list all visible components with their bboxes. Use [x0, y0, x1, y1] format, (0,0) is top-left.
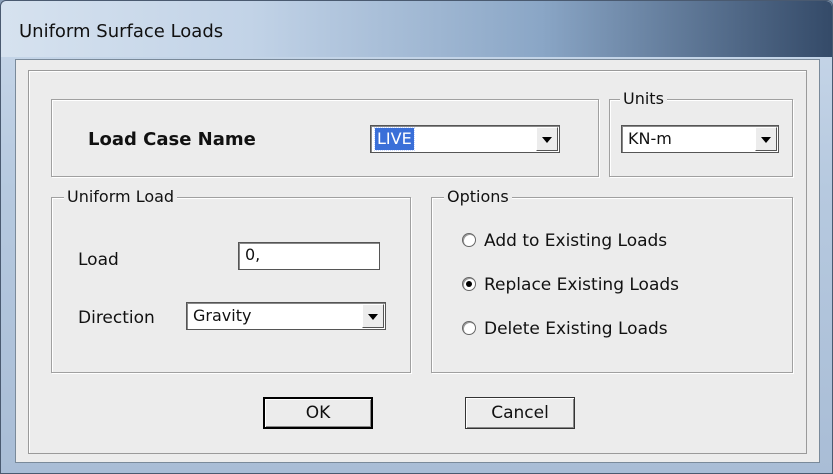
ok-button[interactable]: OK	[263, 397, 373, 429]
radio-delete-existing-button[interactable]	[462, 321, 476, 335]
radio-add-existing[interactable]: Add to Existing Loads	[462, 230, 762, 252]
radio-delete-existing[interactable]: Delete Existing Loads	[462, 318, 762, 340]
load-input[interactable]: 0,	[238, 242, 380, 270]
radio-replace-existing-button[interactable]	[462, 277, 476, 291]
options-legend: Options	[444, 187, 512, 207]
direction-select[interactable]: Gravity	[186, 302, 386, 330]
cancel-button[interactable]: Cancel	[465, 397, 575, 429]
dialog-window: Uniform Surface Loads Load Case Name LIV…	[0, 0, 833, 474]
dialog-client-area: Load Case Name LIVE Units KN-m Uniform L…	[15, 59, 820, 463]
units-legend: Units	[620, 89, 667, 109]
units-value: KN-m	[628, 129, 672, 148]
radio-replace-existing[interactable]: Replace Existing Loads	[462, 274, 762, 296]
direction-dropdown-icon[interactable]	[362, 304, 384, 328]
uniform-load-group: Uniform Load Load 0, Direction Gravity	[51, 187, 411, 373]
radio-replace-existing-label: Replace Existing Loads	[484, 275, 680, 295]
direction-value: Gravity	[193, 306, 252, 325]
radio-delete-existing-label: Delete Existing Loads	[484, 319, 668, 339]
options-group: Options Add to Existing Loads Replace Ex…	[431, 187, 793, 373]
load-label: Load	[78, 250, 119, 270]
units-group: Units KN-m	[609, 89, 793, 177]
radio-add-existing-label: Add to Existing Loads	[484, 231, 668, 251]
uniform-load-legend: Uniform Load	[64, 187, 178, 207]
title-bar[interactable]: Uniform Surface Loads	[1, 1, 832, 57]
dialog-frame: Load Case Name LIVE Units KN-m Uniform L…	[28, 70, 807, 454]
direction-label: Direction	[78, 308, 155, 328]
load-case-select[interactable]: LIVE	[370, 125, 560, 153]
window-title: Uniform Surface Loads	[19, 21, 224, 42]
load-case-group: Load Case Name LIVE	[51, 99, 599, 177]
radio-add-existing-button[interactable]	[462, 233, 476, 247]
units-dropdown-icon[interactable]	[755, 127, 777, 151]
load-case-dropdown-icon[interactable]	[536, 127, 558, 151]
load-case-label: Load Case Name	[88, 129, 256, 150]
units-select[interactable]: KN-m	[621, 125, 779, 153]
load-case-value: LIVE	[374, 127, 415, 151]
